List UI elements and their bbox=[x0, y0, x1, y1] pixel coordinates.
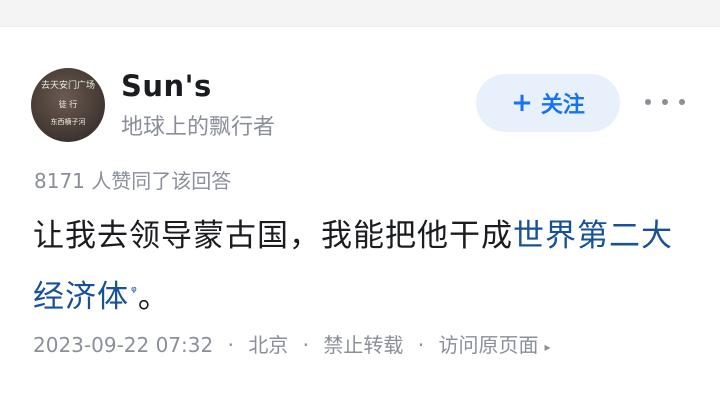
answer-text-after: 。 bbox=[137, 279, 170, 316]
author-bio: 地球上的飘行者 bbox=[121, 115, 276, 140]
copyright-notice: 禁止转载 bbox=[323, 333, 404, 357]
answer-text-before: 让我去领导蒙古国，我能把他干成 bbox=[33, 218, 513, 254]
avatar-text-line-1: 去天安门广场 bbox=[40, 81, 95, 91]
answer-meta: 2023-09-22 07:32 · 北京 · 禁止转载 · 访问原页面 ▸ bbox=[33, 329, 551, 358]
more-dots-icon[interactable] bbox=[645, 92, 685, 112]
follow-button[interactable]: + 关注 bbox=[476, 74, 620, 132]
answer-content: 让我去领导蒙古国，我能把他干成世界第二大经济体 ᵠ。 bbox=[33, 208, 693, 325]
separator: · bbox=[302, 333, 310, 357]
top-divider-strip bbox=[0, 0, 720, 26]
dot bbox=[679, 99, 685, 105]
avatar[interactable]: 去天安门广场 徒 行 东西横子河 bbox=[31, 68, 105, 142]
search-icon: ᵠ bbox=[131, 284, 138, 300]
separator: · bbox=[227, 333, 234, 357]
follow-label: 关注 bbox=[540, 93, 585, 118]
visit-original-label: 访问原页面 bbox=[438, 333, 539, 357]
plus-icon: + bbox=[511, 88, 533, 118]
avatar-text-line-3: 东西横子河 bbox=[50, 118, 86, 126]
visit-original-link[interactable]: 访问原页面 ▸ bbox=[438, 333, 550, 357]
dot bbox=[662, 99, 668, 105]
author-name[interactable]: Sun's bbox=[121, 69, 212, 103]
separator: · bbox=[417, 333, 425, 357]
answer-location: 北京 bbox=[248, 333, 289, 357]
answer-datetime: 2023-09-22 07:32 bbox=[33, 333, 214, 357]
arrow-right-icon: ▸ bbox=[544, 339, 551, 354]
dot bbox=[645, 99, 651, 105]
upvote-count: 8171 人赞同了该回答 bbox=[34, 169, 232, 193]
avatar-text-line-2: 徒 行 bbox=[58, 100, 78, 109]
